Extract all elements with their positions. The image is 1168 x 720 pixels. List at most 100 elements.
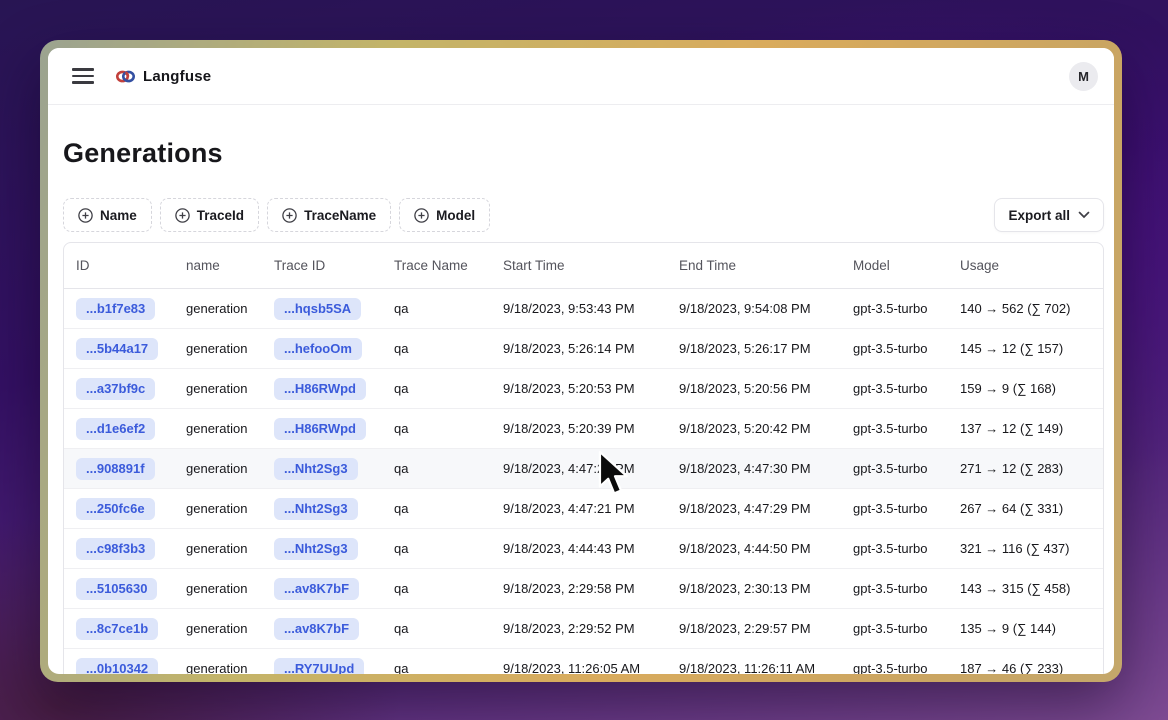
filter-button-model[interactable]: Model xyxy=(399,198,490,232)
brand-name: Langfuse xyxy=(143,68,211,85)
model-cell: gpt-3.5-turbo xyxy=(841,541,948,556)
trace-id-pill[interactable]: ...H86RWpd xyxy=(274,378,366,400)
controls-row: Name TraceId TraceName Model Export all xyxy=(63,198,1104,232)
trace-name-cell: qa xyxy=(382,381,491,396)
table-row[interactable]: ...5b44a17 generation ...hefooOm qa 9/18… xyxy=(64,329,1103,369)
generation-id-pill[interactable]: ...250fc6e xyxy=(76,498,155,520)
model-cell: gpt-3.5-turbo xyxy=(841,461,948,476)
model-cell: gpt-3.5-turbo xyxy=(841,381,948,396)
usage-cell: 187 → 46 (∑ 233) xyxy=(948,661,1103,674)
user-avatar[interactable]: M xyxy=(1069,62,1098,91)
table-row[interactable]: ...c98f3b3 generation ...Nht2Sg3 qa 9/18… xyxy=(64,529,1103,569)
generation-id-pill[interactable]: ...5105630 xyxy=(76,578,157,600)
end-time-cell: 9/18/2023, 11:26:11 AM xyxy=(667,661,841,674)
name-cell: generation xyxy=(174,621,262,636)
filter-label: Name xyxy=(100,208,137,223)
end-time-cell: 9/18/2023, 2:30:13 PM xyxy=(667,581,841,596)
name-cell: generation xyxy=(174,541,262,556)
table-row-hovered[interactable]: ...908891f generation ...Nht2Sg3 qa 9/18… xyxy=(64,449,1103,489)
start-time-cell: 9/18/2023, 5:20:53 PM xyxy=(491,381,667,396)
name-cell: generation xyxy=(174,341,262,356)
generation-id-pill[interactable]: ...0b10342 xyxy=(76,658,158,675)
model-cell: gpt-3.5-turbo xyxy=(841,621,948,636)
start-time-cell: 9/18/2023, 4:47:22 PM xyxy=(491,461,667,476)
column-header-usage: Usage xyxy=(948,258,1103,273)
generation-id-pill[interactable]: ...8c7ce1b xyxy=(76,618,158,640)
trace-id-pill[interactable]: ...RY7UUpd xyxy=(274,658,364,675)
model-cell: gpt-3.5-turbo xyxy=(841,301,948,316)
trace-name-cell: qa xyxy=(382,661,491,674)
usage-cell: 140 → 562 (∑ 702) xyxy=(948,301,1103,316)
column-header-end-time: End Time xyxy=(667,258,841,273)
trace-id-pill[interactable]: ...Nht2Sg3 xyxy=(274,458,358,480)
page-title: Generations xyxy=(63,138,1104,169)
table-row[interactable]: ...a37bf9c generation ...H86RWpd qa 9/18… xyxy=(64,369,1103,409)
start-time-cell: 9/18/2023, 4:47:21 PM xyxy=(491,501,667,516)
end-time-cell: 9/18/2023, 4:47:29 PM xyxy=(667,501,841,516)
start-time-cell: 9/18/2023, 5:20:39 PM xyxy=(491,421,667,436)
end-time-cell: 9/18/2023, 9:54:08 PM xyxy=(667,301,841,316)
column-header-name: name xyxy=(174,258,262,273)
app-window: Langfuse M Generations Name TraceId Trac… xyxy=(48,48,1114,674)
plus-circle-icon xyxy=(175,208,190,223)
trace-id-pill[interactable]: ...hefooOm xyxy=(274,338,362,360)
table-header-row: ID name Trace ID Trace Name Start Time E… xyxy=(64,243,1103,289)
end-time-cell: 9/18/2023, 5:20:42 PM xyxy=(667,421,841,436)
plus-circle-icon xyxy=(282,208,297,223)
trace-name-cell: qa xyxy=(382,501,491,516)
trace-name-cell: qa xyxy=(382,421,491,436)
export-all-label: Export all xyxy=(1008,208,1070,223)
usage-cell: 271 → 12 (∑ 283) xyxy=(948,461,1103,476)
name-cell: generation xyxy=(174,581,262,596)
trace-name-cell: qa xyxy=(382,461,491,476)
table-row[interactable]: ...d1e6ef2 generation ...H86RWpd qa 9/18… xyxy=(64,409,1103,449)
usage-cell: 159 → 9 (∑ 168) xyxy=(948,381,1103,396)
name-cell: generation xyxy=(174,461,262,476)
trace-name-cell: qa xyxy=(382,621,491,636)
trace-id-pill[interactable]: ...av8K7bF xyxy=(274,578,359,600)
filter-button-traceid[interactable]: TraceId xyxy=(160,198,259,232)
start-time-cell: 9/18/2023, 4:44:43 PM xyxy=(491,541,667,556)
plus-circle-icon xyxy=(414,208,429,223)
trace-id-pill[interactable]: ...Nht2Sg3 xyxy=(274,538,358,560)
table-row[interactable]: ...250fc6e generation ...Nht2Sg3 qa 9/18… xyxy=(64,489,1103,529)
generation-id-pill[interactable]: ...908891f xyxy=(76,458,155,480)
end-time-cell: 9/18/2023, 4:47:30 PM xyxy=(667,461,841,476)
model-cell: gpt-3.5-turbo xyxy=(841,341,948,356)
generation-id-pill[interactable]: ...a37bf9c xyxy=(76,378,155,400)
generation-id-pill[interactable]: ...c98f3b3 xyxy=(76,538,155,560)
table-row[interactable]: ...b1f7e83 generation ...hqsb5SA qa 9/18… xyxy=(64,289,1103,329)
trace-id-pill[interactable]: ...H86RWpd xyxy=(274,418,366,440)
model-cell: gpt-3.5-turbo xyxy=(841,581,948,596)
trace-id-pill[interactable]: ...av8K7bF xyxy=(274,618,359,640)
table-row[interactable]: ...8c7ce1b generation ...av8K7bF qa 9/18… xyxy=(64,609,1103,649)
column-header-trace-id: Trace ID xyxy=(262,258,382,273)
column-header-trace-name: Trace Name xyxy=(382,258,491,273)
name-cell: generation xyxy=(174,381,262,396)
start-time-cell: 9/18/2023, 5:26:14 PM xyxy=(491,341,667,356)
filter-label: TraceId xyxy=(197,208,244,223)
generation-id-pill[interactable]: ...d1e6ef2 xyxy=(76,418,155,440)
table-row[interactable]: ...5105630 generation ...av8K7bF qa 9/18… xyxy=(64,569,1103,609)
generations-table: ID name Trace ID Trace Name Start Time E… xyxy=(63,242,1104,674)
trace-name-cell: qa xyxy=(382,541,491,556)
trace-id-pill[interactable]: ...Nht2Sg3 xyxy=(274,498,358,520)
table-row[interactable]: ...0b10342 generation ...RY7UUpd qa 9/18… xyxy=(64,649,1103,674)
usage-cell: 137 → 12 (∑ 149) xyxy=(948,421,1103,436)
filter-button-tracename[interactable]: TraceName xyxy=(267,198,391,232)
usage-cell: 321 → 116 (∑ 437) xyxy=(948,541,1103,556)
trace-name-cell: qa xyxy=(382,301,491,316)
export-all-button[interactable]: Export all xyxy=(994,198,1104,232)
filter-button-name[interactable]: Name xyxy=(63,198,152,232)
langfuse-knot-logo-icon xyxy=(116,69,135,84)
trace-id-pill[interactable]: ...hqsb5SA xyxy=(274,298,361,320)
generation-id-pill[interactable]: ...b1f7e83 xyxy=(76,298,155,320)
hamburger-menu-icon[interactable] xyxy=(72,68,94,83)
end-time-cell: 9/18/2023, 5:20:56 PM xyxy=(667,381,841,396)
end-time-cell: 9/18/2023, 2:29:57 PM xyxy=(667,621,841,636)
usage-cell: 145 → 12 (∑ 157) xyxy=(948,341,1103,356)
generation-id-pill[interactable]: ...5b44a17 xyxy=(76,338,158,360)
filter-label: TraceName xyxy=(304,208,376,223)
start-time-cell: 9/18/2023, 9:53:43 PM xyxy=(491,301,667,316)
start-time-cell: 9/18/2023, 11:26:05 AM xyxy=(491,661,667,674)
